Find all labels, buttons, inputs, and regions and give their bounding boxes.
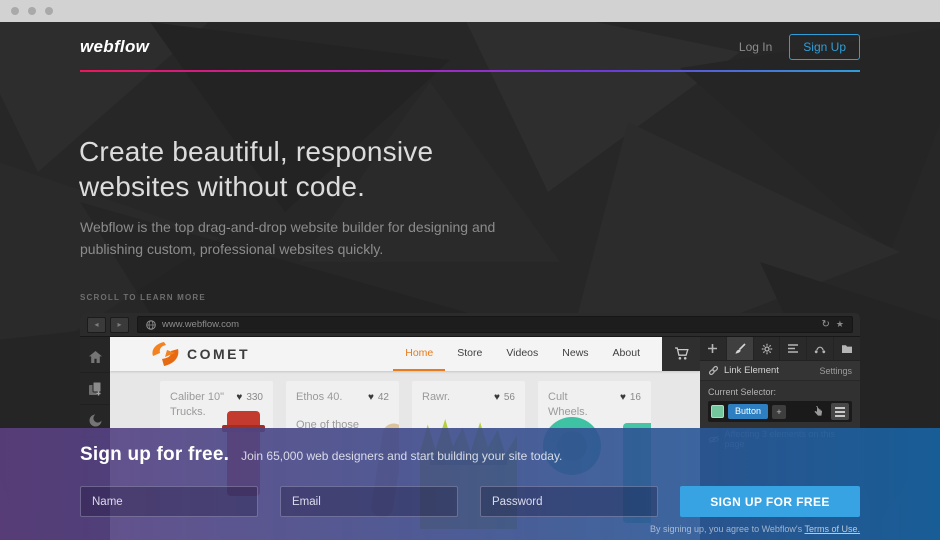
selector-menu-button[interactable] [831,403,849,420]
hero-stage: webflow Log In Sign Up Create beautiful,… [0,22,940,540]
comet-nav-home[interactable]: Home [393,337,446,371]
product-title: Rawr. [422,391,451,403]
terms-text: By signing up, you agree to Webflow's [650,524,805,534]
comet-brand[interactable]: COMET [150,337,250,371]
password-field[interactable] [480,486,658,517]
hero-subheading-line2: publishing custom, professional websites… [80,241,384,257]
like-count: 56 [503,392,515,403]
heart-icon: ♥ [493,392,500,403]
like-count: 330 [246,392,263,403]
comet-header: COMET Home Store Videos News About [110,337,700,371]
site-header: webflow Log In Sign Up [80,34,860,60]
product-title: Ethos 40. [296,391,343,403]
login-link[interactable]: Log In [739,40,772,54]
comet-nav-about[interactable]: About [601,337,652,371]
comet-brand-name: COMET [187,346,251,362]
terms-link[interactable]: Terms of Use. [804,524,860,534]
webflow-landing-page: webflow Log In Sign Up Create beautiful,… [0,0,940,540]
signup-heading-row: Sign up for free. Join 65,000 web design… [80,428,940,466]
gear-icon[interactable] [754,337,781,360]
add-element-icon[interactable] [700,337,727,360]
folder-icon[interactable] [834,337,860,360]
like-count: 16 [629,392,641,403]
hero-heading-line2: websites without code. [79,171,366,202]
mock-browser-toolbar: ◂ ▸ www.webflow.com ↻ ★ [80,313,860,337]
comet-nav-videos[interactable]: Videos [494,337,550,371]
heart-icon: ♥ [367,392,374,403]
terms-note: By signing up, you agree to Webflow's Te… [80,524,860,534]
auth-links: Log In Sign Up [739,34,860,60]
back-icon[interactable]: ◂ [87,316,106,333]
pages-icon[interactable] [80,373,110,405]
hero-subheading: Webflow is the top drag-and-drop website… [80,216,495,260]
selected-element-row: Link Element Settings [700,361,860,381]
signup-subheading: Join 65,000 web designers and start buil… [241,449,563,463]
hand-cursor-icon[interactable] [814,406,823,417]
comet-nav-store[interactable]: Store [445,337,494,371]
selector-input[interactable]: Button + [708,401,852,422]
heart-icon: ♥ [619,392,626,403]
product-likes[interactable]: ♥ 56 [494,390,515,405]
url-text: www.webflow.com [162,319,240,330]
comet-logo-icon [152,342,179,366]
signup-button[interactable]: Sign Up [789,34,860,60]
home-icon[interactable] [80,341,110,373]
heart-icon: ♥ [236,392,243,403]
product-likes[interactable]: ♥ 42 [368,390,389,405]
hero-heading-line1: Create beautiful, responsive [79,136,434,167]
add-selector-button[interactable]: + [772,404,787,419]
refresh-icon[interactable]: ↻ [822,319,830,330]
gradient-rule [80,70,860,72]
scroll-hint-label: SCROLL TO LEARN MORE [80,293,206,302]
element-type-label: Link Element [724,365,779,376]
cart-icon [674,347,689,360]
settings-link[interactable]: Settings [819,366,852,376]
comet-nav: Home Store Videos News About [393,337,700,371]
bookmark-star-icon[interactable]: ★ [836,320,844,329]
comet-nav-news[interactable]: News [550,337,600,371]
align-icon[interactable] [780,337,808,360]
link-icon [708,365,719,376]
hero-heading: Create beautiful, responsive websites wi… [79,134,433,204]
signup-heading: Sign up for free. [80,444,230,465]
like-count: 42 [377,392,389,403]
element-swatch-icon[interactable] [711,405,724,418]
panel-toolbar [700,337,860,361]
product-likes[interactable]: ♥ 16 [620,390,641,420]
name-field[interactable] [80,486,258,517]
globe-icon [146,319,156,330]
product-title: Caliber 10" Trucks. [170,391,225,418]
current-selector-label: Current Selector: [708,387,777,397]
brush-icon[interactable] [726,337,754,360]
signup-band: Sign up for free. Join 65,000 web design… [0,428,940,540]
signup-form: SIGN UP FOR FREE [80,486,860,517]
email-field[interactable] [280,486,458,517]
signup-submit-button[interactable]: SIGN UP FOR FREE [680,486,860,517]
forward-icon[interactable]: ▸ [110,316,129,333]
hero-subheading-line1: Webflow is the top drag-and-drop website… [80,219,496,235]
webflow-logo[interactable]: webflow [80,37,149,57]
selector-chip-button[interactable]: Button [728,404,769,419]
window-dot-icon [11,7,19,15]
window-dot-icon [28,7,36,15]
product-title: Cult Wheels. [548,391,588,418]
url-bar[interactable]: www.webflow.com ↻ ★ [137,316,853,333]
window-title-bar [0,0,940,22]
interactions-icon[interactable] [807,337,835,360]
cart-button[interactable] [662,337,700,371]
window-dot-icon [45,7,53,15]
